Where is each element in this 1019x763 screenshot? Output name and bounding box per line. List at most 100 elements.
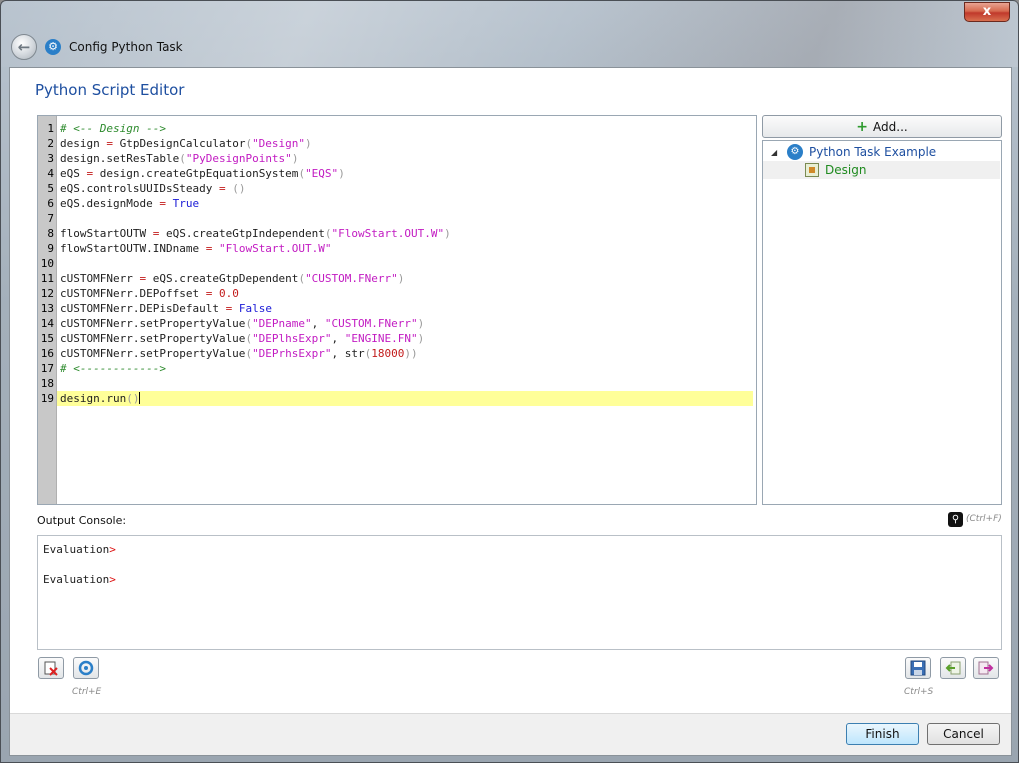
code-token: ) bbox=[417, 332, 425, 345]
export-button[interactable] bbox=[973, 657, 999, 679]
code-token: = bbox=[218, 182, 226, 195]
code-line[interactable]: cUSTOMFNerr.DEPoffset = 0.0 bbox=[57, 286, 756, 301]
code-line[interactable]: cUSTOMFNerr.DEPisDefault = False bbox=[57, 301, 756, 316]
search-icon[interactable]: ⚲ bbox=[948, 512, 963, 527]
code-token: "CUSTOM.FNerr" bbox=[324, 317, 418, 330]
add-button-label: Add... bbox=[873, 119, 908, 134]
line-number: 18 bbox=[40, 377, 54, 390]
code-text-area[interactable]: # <-- Design --> design = GtpDesignCalcu… bbox=[57, 116, 756, 504]
code-token: ) bbox=[444, 227, 451, 240]
code-token: "Design" bbox=[252, 137, 306, 150]
code-token: "FlowStart.OUT.W" bbox=[331, 227, 445, 240]
line-number: 8 bbox=[47, 227, 54, 240]
line-number: 13 bbox=[40, 302, 54, 315]
save-icon bbox=[910, 660, 926, 676]
code-line[interactable]: flowStartOUTW = eQS.createGtpIndependent… bbox=[57, 226, 756, 241]
code-line[interactable] bbox=[57, 211, 756, 226]
back-button[interactable]: ← bbox=[11, 34, 37, 60]
tree-item-label: Design bbox=[825, 163, 867, 177]
line-number: 4 bbox=[47, 167, 54, 180]
console-prompt: > bbox=[109, 543, 116, 556]
code-token: # <-- Design --> bbox=[60, 122, 166, 135]
code-line[interactable]: design.setResTable("PyDesignPoints") bbox=[57, 151, 756, 166]
tree-item-python-task-example[interactable]: ◢ ⚙ Python Task Example bbox=[763, 143, 1001, 161]
line-number: 17 bbox=[40, 362, 54, 375]
client-area: Python Script Editor 1 2 3 4 5 6 7 8 9 1… bbox=[9, 67, 1012, 756]
code-line[interactable]: design = GtpDesignCalculator("Design") bbox=[57, 136, 756, 151]
code-token: ) bbox=[397, 272, 405, 285]
cancel-button[interactable]: Cancel bbox=[927, 723, 1000, 745]
code-line[interactable]: cUSTOMFNerr.setPropertyValue("DEPlhsExpr… bbox=[57, 331, 756, 346]
code-token: "ENGINE.FN" bbox=[344, 332, 418, 345]
code-token: "EQS" bbox=[305, 167, 339, 180]
code-token: "FlowStart.OUT.W" bbox=[218, 242, 332, 255]
line-number: 11 bbox=[40, 272, 54, 285]
titlebar: ← ⚙ Config Python Task bbox=[11, 33, 411, 61]
code-token: "DEPlhsExpr" bbox=[252, 332, 332, 345]
code-line[interactable]: eQS.designMode = True bbox=[57, 196, 756, 211]
close-button[interactable]: x bbox=[964, 2, 1010, 22]
code-line[interactable] bbox=[57, 256, 756, 271]
add-button[interactable]: + Add... bbox=[762, 115, 1002, 138]
code-token: 0.0 bbox=[218, 287, 239, 300]
task-tree: ◢ ⚙ Python Task Example Design bbox=[762, 140, 1002, 505]
code-token: = bbox=[205, 287, 213, 300]
gear-icon: ⚙ bbox=[45, 39, 61, 55]
import-button[interactable] bbox=[940, 657, 966, 679]
line-number: 16 bbox=[40, 347, 54, 360]
code-line[interactable]: # <-- Design --> bbox=[57, 121, 756, 136]
tree-item-design[interactable]: Design bbox=[763, 161, 1000, 179]
code-token: ( bbox=[126, 392, 133, 405]
dialog-window: x ← ⚙ Config Python Task Python Script E… bbox=[0, 0, 1019, 763]
code-line[interactable]: eQS = design.createGtpEquationSystem("EQ… bbox=[57, 166, 756, 181]
line-number: 10 bbox=[40, 257, 54, 270]
code-token: "CUSTOM.FNerr" bbox=[305, 272, 398, 285]
gear-icon: ⚙ bbox=[787, 144, 803, 160]
collapse-triangle-icon[interactable]: ◢ bbox=[771, 148, 781, 157]
code-line[interactable] bbox=[57, 376, 756, 391]
save-shortcut-hint: Ctrl+S bbox=[904, 687, 934, 697]
code-token: # <------------> bbox=[60, 362, 166, 375]
output-console[interactable]: Evaluation> Evaluation> bbox=[37, 535, 1002, 650]
code-token: = bbox=[225, 302, 233, 315]
finish-button[interactable]: Finish bbox=[846, 723, 919, 745]
code-token: ) bbox=[411, 347, 418, 360]
page-title: Python Script Editor bbox=[35, 81, 185, 99]
save-button[interactable] bbox=[905, 657, 931, 679]
code-line[interactable]: # <------------> bbox=[57, 361, 756, 376]
code-token: = bbox=[86, 167, 94, 180]
clear-icon bbox=[44, 661, 58, 676]
code-line[interactable]: flowStartOUTW.INDname = "FlowStart.OUT.W… bbox=[57, 241, 756, 256]
line-number: 2 bbox=[47, 137, 54, 150]
code-line[interactable]: cUSTOMFNerr = eQS.createGtpDependent("CU… bbox=[57, 271, 756, 286]
code-token: ) bbox=[338, 167, 345, 180]
code-line[interactable]: cUSTOMFNerr.setPropertyValue("DEPrhsExpr… bbox=[57, 346, 756, 361]
clear-shortcut-hint: Ctrl+E bbox=[72, 687, 102, 697]
line-number: 14 bbox=[40, 317, 54, 330]
back-arrow-icon: ← bbox=[17, 38, 31, 56]
code-token: False bbox=[238, 302, 272, 315]
code-token: = bbox=[205, 242, 213, 255]
code-line-active[interactable]: design.run() bbox=[57, 391, 753, 406]
line-number: 9 bbox=[47, 242, 54, 255]
code-line[interactable]: cUSTOMFNerr.setPropertyValue("DEPname", … bbox=[57, 316, 756, 331]
code-token: ) bbox=[291, 152, 299, 165]
line-number: 5 bbox=[47, 182, 54, 195]
code-token: ) bbox=[305, 137, 312, 150]
code-token: ) bbox=[132, 392, 140, 405]
code-token: ) bbox=[417, 317, 425, 330]
code-token: = bbox=[159, 197, 166, 210]
line-number: 19 bbox=[40, 392, 54, 405]
line-number: 15 bbox=[40, 332, 54, 345]
tree-item-label: Python Task Example bbox=[809, 145, 937, 159]
text-caret bbox=[139, 392, 141, 404]
clear-console-button[interactable] bbox=[38, 657, 64, 679]
refresh-button[interactable] bbox=[73, 657, 99, 679]
code-line[interactable]: eQS.controlsUUIDsSteady = () bbox=[57, 181, 756, 196]
code-token: = bbox=[106, 137, 113, 150]
code-token: "DEPrhsExpr" bbox=[252, 347, 332, 360]
code-token: True bbox=[172, 197, 200, 210]
window-title: Config Python Task bbox=[69, 40, 183, 54]
code-editor[interactable]: 1 2 3 4 5 6 7 8 9 10 11 12 13 14 15 16 1… bbox=[37, 115, 757, 505]
code-token: = bbox=[139, 272, 147, 285]
